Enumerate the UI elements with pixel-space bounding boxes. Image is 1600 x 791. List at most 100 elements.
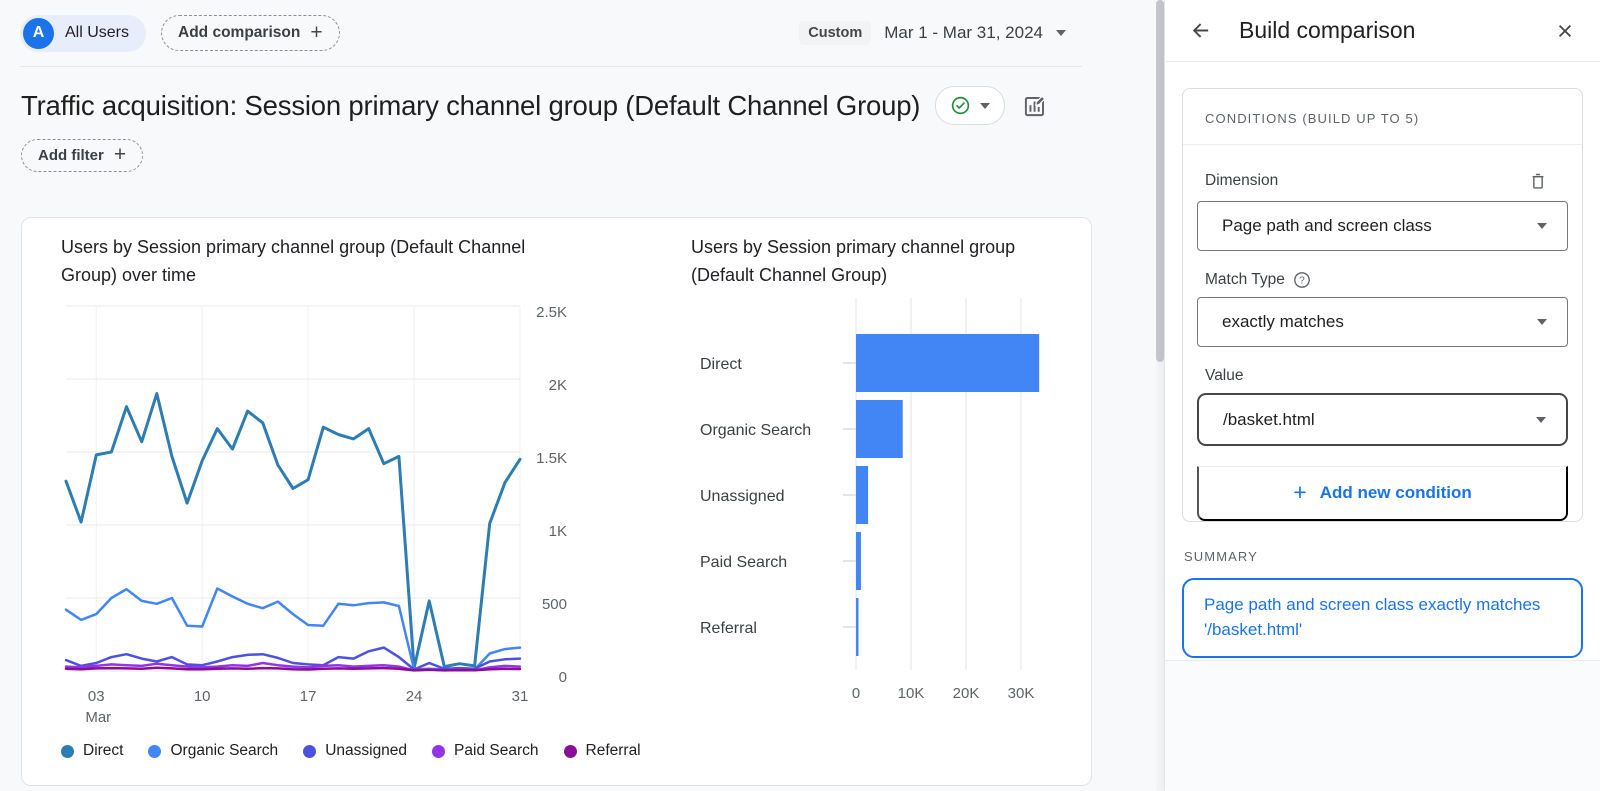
add-filter-label: Add filter: [38, 147, 104, 164]
conditions-body: Dimension Page path and screen class Mat…: [1183, 145, 1582, 521]
close-button[interactable]: [1552, 18, 1578, 44]
panel-header: Build comparison: [1165, 0, 1600, 62]
caret-down-icon: [980, 103, 990, 109]
bar-referral: [856, 598, 859, 656]
add-new-condition-button[interactable]: + Add new condition: [1197, 466, 1568, 521]
legend-label: Referral: [586, 742, 641, 760]
match-type-select[interactable]: exactly matches: [1197, 297, 1568, 347]
bar-category-label: Organic Search: [700, 422, 811, 439]
date-range-type-badge: Custom: [799, 21, 871, 45]
bar-paid-search: [856, 532, 861, 590]
dimension-select[interactable]: Page path and screen class: [1197, 201, 1568, 251]
back-button[interactable]: [1187, 17, 1214, 44]
dimension-label: Dimension: [1205, 172, 1278, 190]
bar-direct: [856, 334, 1039, 392]
plus-icon: +: [1293, 481, 1306, 504]
line-series-direct: [66, 394, 520, 668]
legend-dot: [564, 745, 577, 758]
help-icon[interactable]: ?: [1293, 271, 1311, 289]
comparison-bar: A All Users Add comparison + Custom Mar …: [20, 0, 1082, 67]
plus-icon: +: [114, 144, 126, 165]
all-users-chip[interactable]: A All Users: [20, 15, 146, 52]
customize-report-button[interactable]: [1020, 91, 1050, 121]
build-comparison-panel: Build comparison CONDITIONS (BUILD UP TO…: [1164, 0, 1600, 791]
trash-icon: [1528, 171, 1548, 191]
legend-item: Organic Search: [148, 742, 278, 760]
caret-down-icon: [1056, 30, 1066, 36]
close-icon: [1554, 20, 1576, 42]
charts-card: Users by Session primary channel group (…: [21, 217, 1092, 786]
panel-footer: [1165, 661, 1600, 791]
legend-label: Direct: [83, 742, 123, 760]
x-axis-tick-label: 0: [852, 685, 860, 702]
add-filter-button[interactable]: Add filter +: [21, 139, 143, 172]
bar-category-label: Paid Search: [700, 554, 787, 571]
bar-category-label: Referral: [700, 620, 757, 637]
match-type-label: Match Type: [1205, 271, 1285, 289]
all-users-label: All Users: [65, 24, 129, 42]
summary-label: SUMMARY: [1184, 549, 1600, 564]
caret-down-icon: [1537, 223, 1547, 229]
plus-icon: +: [310, 22, 322, 43]
svg-text:?: ?: [1299, 276, 1305, 287]
scrollbar-thumb[interactable]: [1156, 0, 1164, 362]
legend-item: Referral: [564, 742, 641, 760]
line-chart[interactable]: 05001K1.5K2K2.5K03Mar10172431: [61, 296, 601, 736]
y-axis-tick-label: 1.5K: [536, 450, 567, 467]
x-axis-tick-label: 20K: [953, 685, 980, 702]
check-circle-icon: [950, 95, 971, 116]
line-chart-title: Users by Session primary channel group (…: [61, 234, 586, 290]
legend-label: Unassigned: [325, 742, 407, 760]
x-axis-tick-label: 31: [512, 688, 529, 705]
add-comparison-button[interactable]: Add comparison +: [161, 15, 340, 51]
date-range-selector[interactable]: Custom Mar 1 - Mar 31, 2024: [799, 21, 1066, 45]
y-axis-tick-label: 0: [559, 669, 567, 686]
date-range-label: Mar 1 - Mar 31, 2024: [884, 23, 1043, 43]
bar-category-label: Unassigned: [700, 488, 785, 505]
report-status-dropdown[interactable]: [935, 86, 1005, 125]
value-select[interactable]: /basket.html: [1197, 393, 1568, 446]
y-axis-tick-label: 2.5K: [536, 304, 567, 321]
main-content: A All Users Add comparison + Custom Mar …: [0, 0, 1156, 791]
caret-down-icon: [1537, 319, 1547, 325]
y-axis-tick-label: 500: [542, 596, 567, 613]
bar-chart[interactable]: 010K20K30KDirectOrganic SearchUnassigned…: [691, 290, 1103, 734]
legend-label: Organic Search: [170, 742, 278, 760]
bar-chart-title: Users by Session primary channel group (…: [691, 234, 1021, 290]
y-axis-tick-label: 1K: [549, 523, 567, 540]
add-new-condition-label: Add new condition: [1320, 483, 1472, 503]
bar-organic-search: [856, 400, 903, 458]
value-label: Value: [1205, 367, 1244, 385]
legend-dot: [61, 745, 74, 758]
y-axis-tick-label: 2K: [549, 377, 567, 394]
delete-condition-button[interactable]: [1526, 169, 1550, 193]
legend-dot: [432, 745, 445, 758]
summary-chip: Page path and screen class exactly match…: [1182, 578, 1583, 658]
edit-chart-icon: [1022, 93, 1048, 119]
panel-title: Build comparison: [1239, 17, 1552, 44]
all-users-avatar: A: [23, 18, 54, 49]
panel-divider: [1165, 660, 1600, 661]
legend-item: Paid Search: [432, 742, 538, 760]
x-axis-tick-label: 03: [88, 688, 105, 705]
value-label-row: Value: [1205, 367, 1560, 385]
legend-dot: [148, 745, 161, 758]
legend-label: Paid Search: [454, 742, 538, 760]
dimension-label-row: Dimension: [1205, 169, 1560, 193]
bar-unassigned: [856, 466, 868, 524]
x-axis-tick-label: 24: [406, 688, 423, 705]
x-axis-tick-label: 10: [194, 688, 211, 705]
conditions-header: CONDITIONS (BUILD UP TO 5): [1183, 89, 1582, 145]
value-value: /basket.html: [1223, 410, 1315, 430]
legend-item: Direct: [61, 742, 123, 760]
legend-item: Unassigned: [303, 742, 407, 760]
dimension-value: Page path and screen class: [1222, 216, 1432, 236]
add-comparison-label: Add comparison: [178, 24, 300, 42]
report-title-row: Traffic acquisition: Session primary cha…: [21, 86, 1050, 125]
vertical-scrollbar[interactable]: [1156, 0, 1164, 791]
chart-legend: Direct Organic Search Unassigned Paid Searc…: [61, 742, 641, 760]
caret-down-icon: [1536, 417, 1546, 423]
x-axis-tick-label: 30K: [1008, 685, 1035, 702]
x-axis-tick-label: 10K: [898, 685, 925, 702]
x-axis-tick-sublabel: Mar: [85, 709, 111, 726]
